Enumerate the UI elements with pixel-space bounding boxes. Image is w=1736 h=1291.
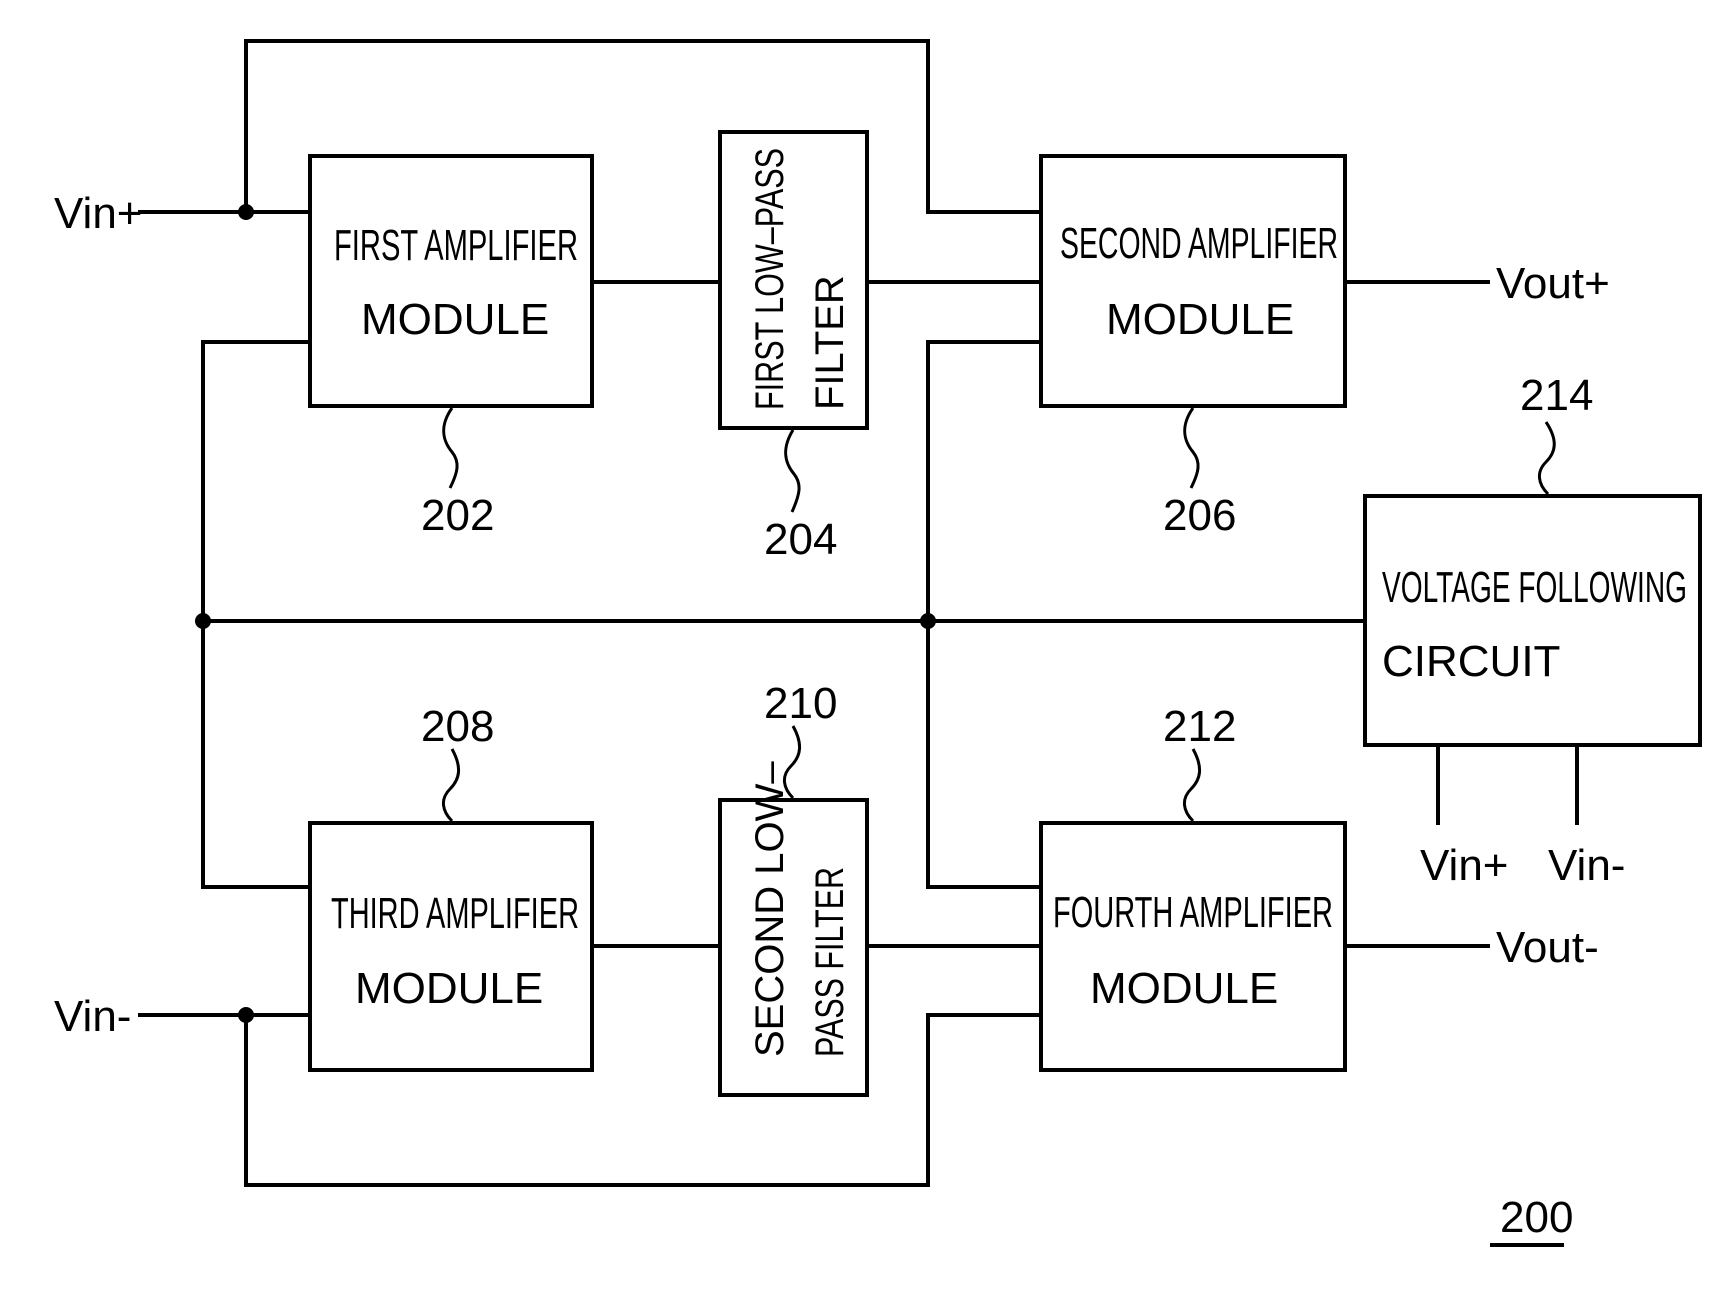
block-voltage-following-circuit: VOLTAGE FOLLOWING CIRCUIT [1363,494,1702,747]
terminal-vout-minus: Vout- [1496,923,1599,972]
junction-dot-vin-plus [238,204,254,220]
leader-line-202 [442,407,459,489]
block-frame [1039,821,1347,1072]
block-label-line1: VOLTAGE FOLLOWING [1382,563,1687,612]
leader-line-208 [442,748,460,823]
leader-line-204 [784,429,801,513]
ref-numeral-202: 202 [421,491,494,540]
ref-numeral-210: 210 [764,679,837,728]
block-frame [308,154,594,408]
block-label-line1: SECOND LOW– [748,761,792,1057]
block-label-line2: FILTER [808,275,852,410]
leader-line-206 [1183,407,1200,489]
block-label-line1: SECOND AMPLIFIER [1060,219,1338,268]
junction-dot-right-bus [920,613,936,629]
leader-line-214 [1538,421,1556,496]
block-label-line2: CIRCUIT [1382,637,1560,686]
figure-reference-200: 200 [1500,1193,1573,1242]
circuit-diagram: FIRST AMPLIFIER MODULE FIRST LOW–PASS FI… [54,39,1702,1247]
ref-numeral-206: 206 [1163,491,1236,540]
junction-dot-vin-minus [238,1007,254,1023]
ref-numeral-204: 204 [764,515,837,564]
block-first-amplifier-module: FIRST AMPLIFIER MODULE [308,154,594,408]
block-fourth-amplifier-module: FOURTH AMPLIFIER MODULE [1039,821,1347,1072]
block-label-line2: MODULE [1106,295,1294,344]
block-second-low-pass-filter: SECOND LOW– PASS FILTER [718,761,869,1097]
terminal-vfc-vin-plus: Vin+ [1420,841,1509,890]
wire-right-common-bus [926,340,1043,889]
ref-numeral-212: 212 [1163,702,1236,751]
block-first-low-pass-filter: FIRST LOW–PASS FILTER [718,130,869,430]
block-label-line1: FIRST AMPLIFIER [334,221,578,270]
ref-numeral-208: 208 [421,702,494,751]
junction-dot-left-bus [195,613,211,629]
block-label-line1: FIRST LOW–PASS [748,148,792,410]
block-frame [1039,154,1347,408]
ref-numeral-214: 214 [1520,371,1593,420]
block-label-line1: FOURTH AMPLIFIER [1053,888,1333,937]
block-label-line1: THIRD AMPLIFIER [331,889,579,938]
terminal-vin-plus: Vin+ [54,189,143,238]
block-label-line2: MODULE [361,295,549,344]
wire-left-common-bus [201,340,312,889]
terminal-vin-minus: Vin- [54,992,131,1041]
block-frame [1363,494,1702,747]
terminal-vfc-vin-minus: Vin- [1548,841,1625,890]
block-second-amplifier-module: SECOND AMPLIFIER MODULE [1039,154,1347,408]
block-label-line2: PASS FILTER [808,867,852,1057]
block-label-line2: MODULE [1090,964,1278,1013]
terminal-vout-plus: Vout+ [1496,259,1610,308]
block-label-line2: MODULE [355,964,543,1013]
block-frame [308,821,594,1072]
block-third-amplifier-module: THIRD AMPLIFIER MODULE [308,821,594,1072]
leader-line-212 [1183,748,1201,823]
